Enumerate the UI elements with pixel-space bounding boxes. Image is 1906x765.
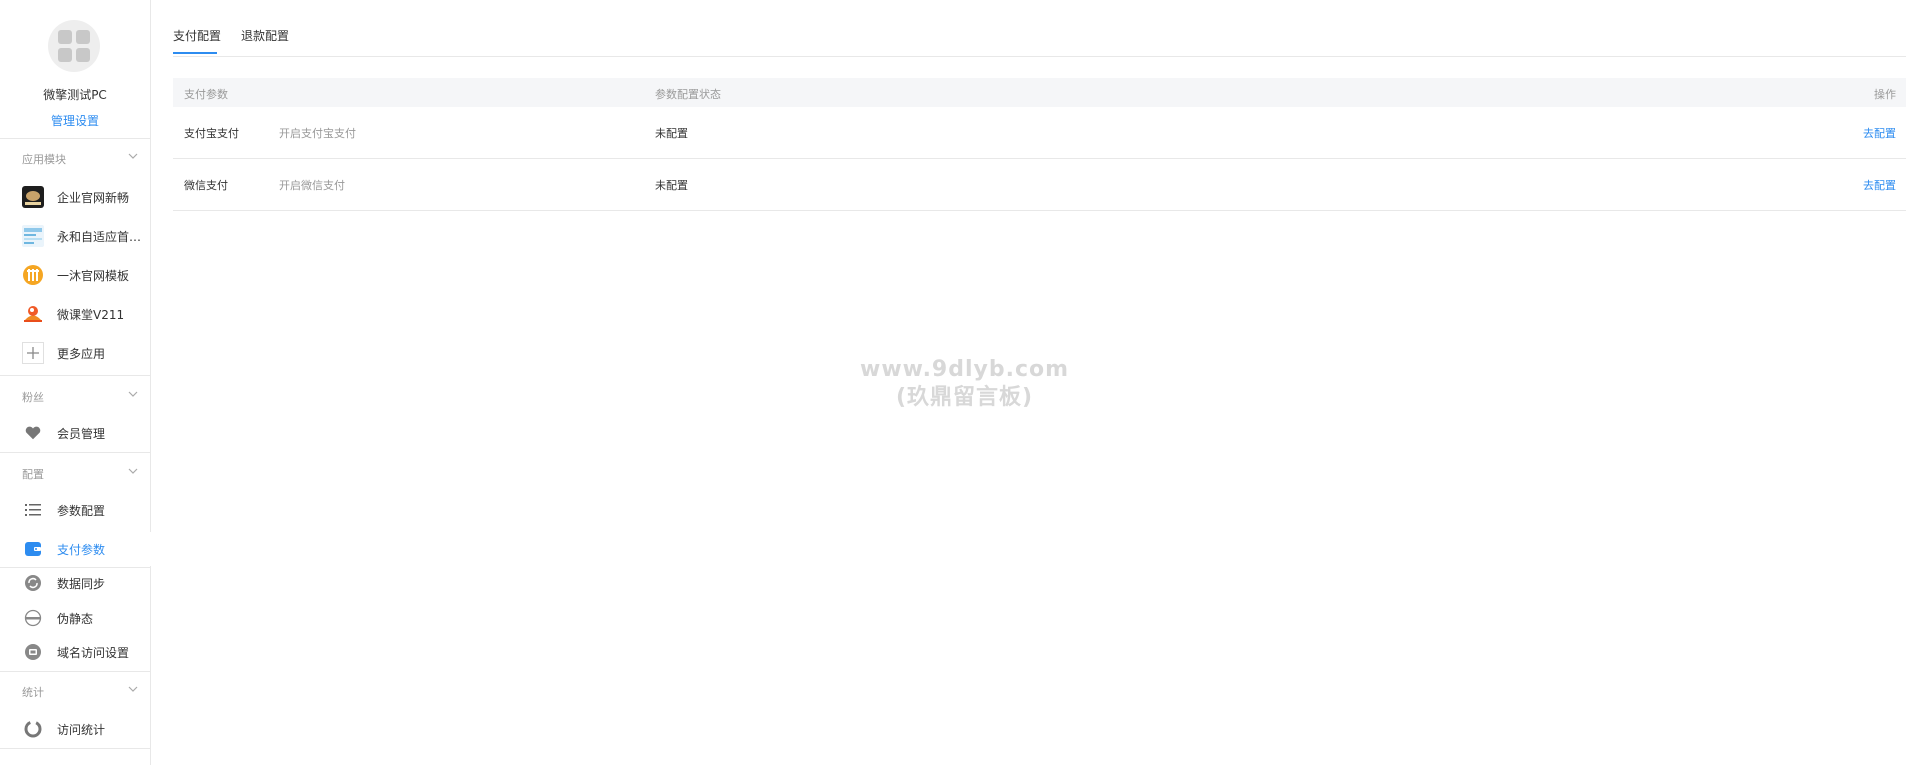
sidebar-item-pseudo-static[interactable]: 伪静态 [0, 601, 150, 635]
sync-icon [22, 572, 44, 594]
tab-payment-config[interactable]: 支付配置 [173, 27, 221, 44]
sidebar-item-domain-access[interactable]: 域名访问设置 [0, 635, 150, 669]
watermark-url: www.9dlyb.com [860, 357, 1070, 382]
sidebar-item-micro-class[interactable]: 微课堂V211 [0, 297, 150, 331]
column-header-param: 支付参数 [184, 88, 228, 101]
sidebar-item-label: 访问统计 [57, 722, 106, 737]
table-row: 支付宝支付 开启支付宝支付 未配置 去配置 [173, 107, 1906, 159]
app-thumb-icon [22, 303, 44, 325]
chevron-down-icon[interactable] [128, 466, 138, 476]
divider [0, 375, 150, 376]
config-status: 未配置 [655, 179, 688, 192]
chevron-down-icon[interactable] [128, 389, 138, 399]
sidebar-item-label: 域名访问设置 [57, 645, 130, 660]
configure-link[interactable]: 去配置 [1863, 125, 1896, 141]
sidebar: 微擎测试PC 管理设置 应用模块 企业官网新畅 永和自适应首页... 一沐官网模… [0, 0, 151, 765]
payment-name: 微信支付 [184, 179, 228, 192]
sidebar-item-label: 永和自适应首页... [57, 229, 147, 244]
config-status: 未配置 [655, 127, 688, 140]
watermark: www.9dlyb.com (玖鼎留言板) [860, 356, 1069, 412]
sidebar-item-label: 一沐官网模板 [57, 268, 130, 283]
sidebar-item-label: 参数配置 [57, 503, 106, 518]
sidebar-item-enterprise-site[interactable]: 企业官网新畅 [0, 180, 150, 214]
divider [0, 671, 150, 672]
divider [0, 138, 150, 139]
group-title-statistics[interactable]: 统计 [22, 684, 44, 700]
sidebar-item-yimu-template[interactable]: 一沐官网模板 [0, 258, 150, 292]
heart-icon [22, 422, 44, 444]
sidebar-item-label: 更多应用 [57, 346, 106, 361]
sidebar-item-param-config[interactable]: 参数配置 [0, 493, 150, 527]
sidebar-item-member-management[interactable]: 会员管理 [0, 416, 150, 450]
sidebar-item-label: 支付参数 [57, 542, 106, 557]
sidebar-item-label: 伪静态 [57, 611, 94, 626]
sidebar-item-payment-params[interactable]: 支付参数 [0, 532, 151, 566]
sidebar-item-label: 微课堂V211 [57, 307, 125, 322]
sidebar-item-label: 数据同步 [57, 576, 106, 591]
globe-icon [22, 607, 44, 629]
table-row: 微信支付 开启微信支付 未配置 去配置 [173, 159, 1906, 211]
divider [0, 748, 150, 749]
wallet-icon [22, 538, 44, 560]
sidebar-item-label: 会员管理 [57, 426, 106, 441]
sidebar-item-label: 企业官网新畅 [57, 190, 130, 205]
list-icon [22, 499, 44, 521]
grid-icon [58, 30, 90, 62]
sidebar-item-visit-stats[interactable]: 访问统计 [0, 712, 150, 746]
manage-settings-link[interactable]: 管理设置 [0, 112, 150, 129]
group-title-config[interactable]: 配置 [22, 466, 44, 482]
payment-description: 开启微信支付 [279, 179, 345, 192]
chevron-down-icon[interactable] [128, 151, 138, 161]
sidebar-item-more-apps[interactable]: 更多应用 [0, 336, 150, 370]
tab-refund-config[interactable]: 退款配置 [241, 27, 289, 44]
app-thumb-icon [22, 186, 44, 208]
column-header-status: 参数配置状态 [655, 88, 721, 101]
tab-bar: 支付配置 退款配置 [173, 0, 1906, 57]
group-title-fans[interactable]: 粉丝 [22, 389, 44, 405]
column-header-action: 操作 [1874, 88, 1896, 101]
pie-chart-icon [22, 718, 44, 740]
payment-name: 支付宝支付 [184, 127, 239, 140]
payment-description: 开启支付宝支付 [279, 127, 356, 140]
sidebar-item-data-sync[interactable]: 数据同步 [0, 566, 150, 600]
group-title-app-modules[interactable]: 应用模块 [22, 151, 66, 167]
chevron-down-icon[interactable] [128, 684, 138, 694]
plus-icon [22, 342, 44, 364]
table-header: 支付参数 参数配置状态 操作 [173, 78, 1906, 107]
domain-icon [22, 641, 44, 663]
watermark-caption: (玖鼎留言板) [895, 385, 1034, 410]
app-logo [48, 20, 100, 72]
divider [0, 452, 150, 453]
active-tab-indicator [173, 52, 217, 54]
sidebar-item-yonghe-adaptive[interactable]: 永和自适应首页... [0, 219, 150, 253]
app-name: 微擎测试PC [43, 88, 107, 102]
app-thumb-icon [22, 225, 44, 247]
configure-link[interactable]: 去配置 [1863, 177, 1896, 193]
app-thumb-icon [22, 264, 44, 286]
